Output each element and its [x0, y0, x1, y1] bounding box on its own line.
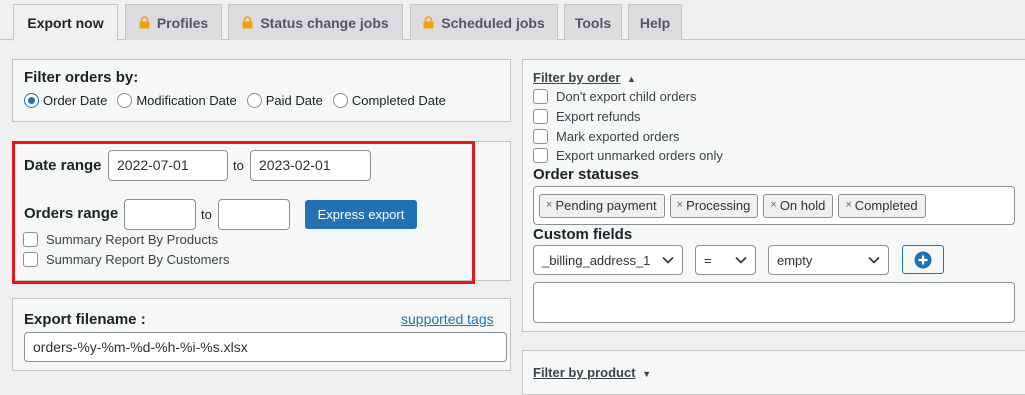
filter-by-order-title: Filter by order — [533, 70, 621, 85]
tab-label: Export now — [27, 15, 104, 31]
custom-fields-list[interactable] — [533, 282, 1015, 323]
tab-scheduled-jobs[interactable]: Scheduled jobs — [410, 4, 558, 40]
remove-icon[interactable]: × — [845, 191, 851, 220]
tab-label: Scheduled jobs — [441, 14, 545, 31]
tab-label: Help — [639, 14, 671, 31]
status-tag[interactable]: × On hold — [763, 191, 834, 220]
radio-button[interactable] — [332, 93, 348, 108]
chevron-down-icon — [735, 256, 747, 264]
radio-paid-date[interactable]: Paid Date — [246, 93, 323, 108]
status-tag[interactable]: × Processing — [669, 191, 759, 220]
filename-label: Export filename : — [24, 311, 146, 328]
status-tag[interactable]: × Completed — [838, 191, 926, 220]
radio-modification-date[interactable]: Modification Date — [117, 93, 237, 108]
supported-tags-link[interactable]: supported tags — [401, 311, 494, 327]
select-value: empty — [777, 252, 813, 268]
caret-up-icon: ▲ — [627, 74, 636, 84]
filter-by-order-toggle[interactable]: Filter by order ▲ — [533, 70, 636, 85]
checkbox[interactable] — [533, 109, 548, 124]
radio-label: Order Date — [43, 93, 108, 108]
checkbox[interactable] — [533, 89, 548, 104]
tab-tools[interactable]: Tools — [564, 4, 622, 40]
lock-icon — [139, 16, 150, 29]
checkbox[interactable] — [533, 148, 548, 163]
select-value: _billing_address_1 — [542, 252, 651, 268]
mark-exported-checkbox[interactable]: Mark exported orders — [533, 129, 680, 144]
status-tag-label: Pending payment — [555, 198, 657, 213]
custom-fields-label: Custom fields — [533, 226, 633, 243]
select-value: = — [704, 252, 712, 268]
remove-icon[interactable]: × — [546, 191, 552, 220]
remove-icon[interactable]: × — [677, 191, 683, 220]
tab-bar: Export now Profiles Status change jobs S… — [0, 0, 1025, 41]
chevron-down-icon — [662, 256, 674, 264]
highlight-box — [12, 141, 475, 284]
radio-button[interactable] — [246, 93, 262, 108]
checkbox-label: Export unmarked orders only — [556, 148, 723, 163]
checkbox-label: Mark exported orders — [556, 129, 680, 144]
lock-icon — [423, 16, 434, 29]
checkbox[interactable] — [533, 129, 548, 144]
date-type-radio-group: Order Date Modification Date Paid Date C… — [24, 93, 456, 108]
radio-label: Completed Date — [351, 93, 446, 108]
filename-input[interactable]: orders-%y-%m-%d-%h-%i-%s.xlsx — [24, 332, 507, 362]
checkbox-label: Don't export child orders — [556, 89, 697, 104]
caret-down-icon: ▼ — [642, 369, 652, 379]
radio-button[interactable] — [24, 93, 39, 108]
tab-label: Profiles — [156, 14, 209, 31]
filter-by-product-title: Filter by product — [533, 365, 636, 380]
checkbox-label: Export refunds — [556, 109, 641, 124]
custom-field-select[interactable]: _billing_address_1 — [533, 245, 683, 275]
filter-by-product-toggle[interactable]: Filter by product ▼ — [533, 365, 651, 380]
export-refunds-checkbox[interactable]: Export refunds — [533, 109, 641, 124]
tab-status-change-jobs[interactable]: Status change jobs — [228, 4, 403, 40]
operator-select[interactable]: = — [695, 245, 756, 275]
chevron-down-icon — [868, 256, 880, 264]
add-custom-field-button[interactable] — [902, 245, 944, 274]
lock-icon — [242, 16, 253, 29]
tab-export-now[interactable]: Export now — [13, 4, 118, 41]
tab-profiles[interactable]: Profiles — [125, 4, 222, 40]
status-tag-label: On hold — [779, 198, 826, 213]
filter-title: Filter orders by: — [24, 69, 139, 86]
dont-export-child-checkbox[interactable]: Don't export child orders — [533, 89, 697, 104]
order-statuses-label: Order statuses — [533, 166, 639, 183]
radio-label: Paid Date — [265, 93, 323, 108]
status-tag[interactable]: × Pending payment — [539, 191, 665, 220]
value-select[interactable]: empty — [768, 245, 889, 275]
tab-help[interactable]: Help — [628, 4, 682, 40]
radio-order-date[interactable]: Order Date — [24, 93, 107, 108]
radio-label: Modification Date — [136, 93, 237, 108]
plus-circle-icon — [914, 251, 932, 268]
tab-label: Status change jobs — [260, 14, 389, 31]
remove-icon[interactable]: × — [770, 191, 776, 220]
tab-label: Tools — [574, 14, 612, 31]
order-statuses-multiselect[interactable]: × Pending payment × Processing × On hold × C… — [533, 186, 1015, 225]
status-tag-label: Processing — [686, 198, 751, 213]
radio-completed-date[interactable]: Completed Date — [332, 93, 446, 108]
export-unmarked-checkbox[interactable]: Export unmarked orders only — [533, 148, 723, 163]
status-tag-label: Completed — [854, 198, 918, 213]
radio-button[interactable] — [117, 93, 133, 108]
